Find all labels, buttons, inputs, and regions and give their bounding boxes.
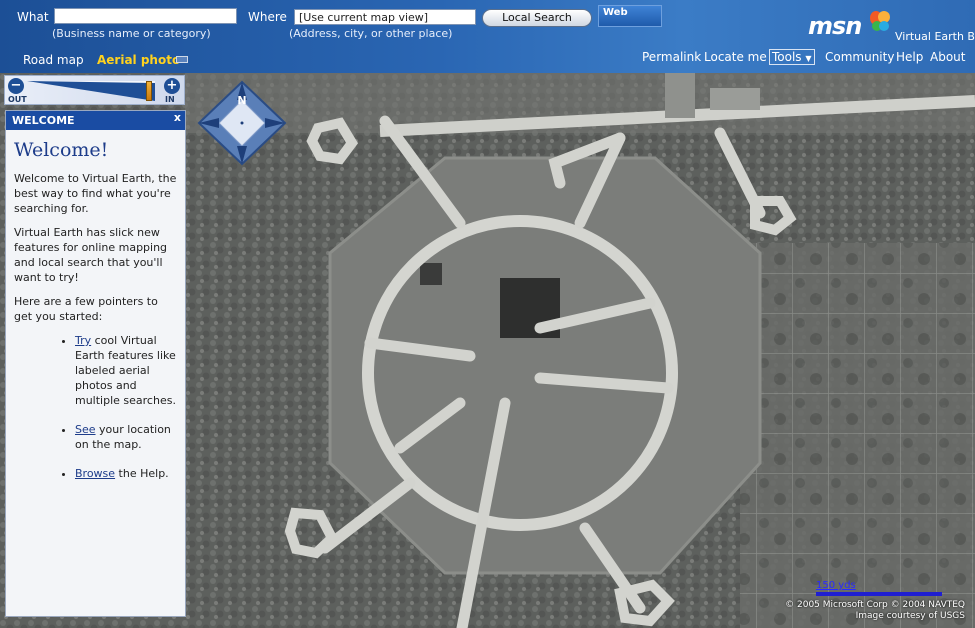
chevron-down-icon: ▼ [805, 54, 812, 63]
list-item: Try cool Virtual Earth features like lab… [75, 333, 177, 408]
local-search-button[interactable]: Local Search [482, 9, 592, 27]
tips-list: Try cool Virtual Earth features like lab… [14, 333, 177, 481]
aerial-labels-toggle-icon[interactable] [176, 56, 188, 63]
see-link[interactable]: See [75, 423, 96, 436]
welcome-panel-bar-title: WELCOME [12, 114, 75, 127]
community-link[interactable]: Community [825, 50, 894, 64]
map-scale-bar [816, 592, 942, 596]
welcome-features: Virtual Earth has slick new features for… [14, 226, 168, 284]
zoom-out-label: OUT [8, 95, 27, 104]
what-input[interactable] [54, 8, 237, 24]
product-name: Virtual Earth BETA [895, 30, 975, 43]
list-item: Browse the Help. [75, 466, 177, 481]
msn-logo: msn [808, 12, 862, 40]
help-link[interactable]: Help [896, 50, 923, 64]
welcome-intro: Welcome to Virtual Earth, the best way t… [14, 172, 177, 215]
road-map-link[interactable]: Road map [23, 53, 84, 67]
zoom-out-button[interactable]: − [8, 78, 24, 94]
map-scale-label: 150 yds [816, 580, 856, 591]
list-item: See your location on the map. [75, 422, 177, 452]
what-label: What [17, 10, 49, 24]
zoom-in-label: IN [165, 95, 175, 104]
close-icon[interactable]: x [174, 111, 181, 124]
welcome-panel-header: WELCOME x [6, 111, 185, 130]
aerial-photo-link[interactable]: Aerial photo [97, 53, 180, 67]
welcome-pointers: Here are a few pointers to get you start… [14, 295, 158, 323]
zoom-slider-handle[interactable] [145, 81, 152, 101]
welcome-panel: WELCOME x Welcome! Welcome to Virtual Ea… [5, 110, 186, 617]
msn-butterfly-icon [870, 11, 890, 31]
welcome-panel-body: Welcome! Welcome to Virtual Earth, the b… [6, 130, 185, 481]
tools-label: Tools [772, 50, 802, 64]
where-label: Where [248, 10, 287, 24]
zoom-scale-wedge[interactable] [27, 79, 155, 101]
tools-menu[interactable]: Tools ▼ [769, 49, 815, 65]
compass-north-label: N [237, 94, 246, 107]
what-hint: (Business name or category) [52, 27, 211, 40]
map-copyright: © 2005 Microsoft Corp © 2004 NAVTEQ Imag… [785, 600, 965, 621]
locate-me-link[interactable]: Locate me [704, 50, 767, 64]
web-search-tab[interactable]: Web [598, 5, 662, 27]
where-input[interactable] [294, 9, 476, 25]
where-hint: (Address, city, or other place) [289, 27, 453, 40]
try-link[interactable]: Try [75, 334, 91, 347]
app-header: What (Business name or category) Where (… [0, 0, 975, 73]
zoom-control: − + OUT IN [4, 75, 185, 105]
browse-link[interactable]: Browse [75, 467, 115, 480]
about-link[interactable]: About [930, 50, 965, 64]
compass-pan-control[interactable]: N [197, 80, 287, 166]
welcome-title: Welcome! [14, 139, 109, 161]
zoom-in-button[interactable]: + [164, 78, 180, 94]
permalink-link[interactable]: Permalink [642, 50, 701, 64]
